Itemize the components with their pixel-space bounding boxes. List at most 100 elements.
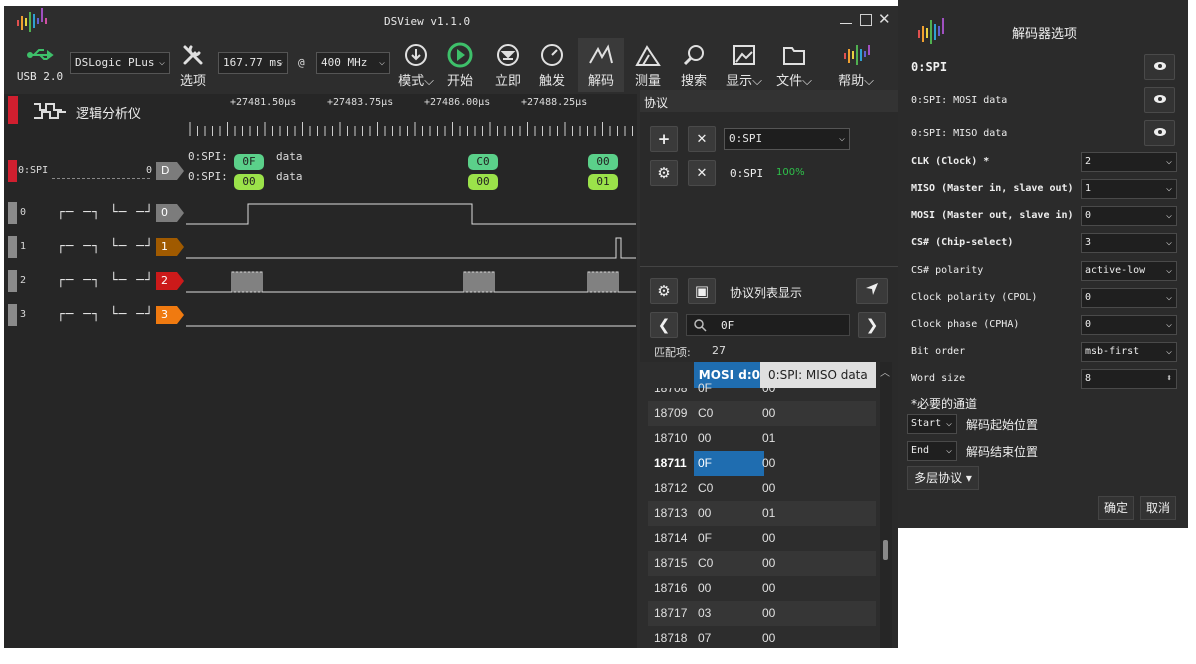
close-icon: ✕ (696, 165, 708, 181)
multi-layer-button[interactable]: 多层协议 ▾ (907, 466, 979, 490)
remove-decoder-button[interactable]: ✕ (688, 160, 716, 186)
trigger-button[interactable]: 触发 (532, 42, 572, 89)
trigger-pattern[interactable]: ┌─ ─┐ └─ ─┘ ≡ (48, 205, 172, 220)
option-label: CS# polarity (911, 265, 984, 276)
app-logo (16, 8, 56, 34)
table-row[interactable]: 18710 00 01 (648, 426, 876, 451)
table-scrollbar[interactable]: ︿ (880, 362, 892, 648)
instant-button[interactable]: 立即 (488, 42, 528, 89)
display-button[interactable]: 显示⌵ (722, 42, 766, 89)
table-row[interactable]: 18718 07 00 (648, 626, 876, 648)
row-index: 18714 (654, 531, 688, 545)
row-mosi: C0 (698, 406, 714, 420)
row-mosi: 03 (698, 606, 712, 620)
save-list-button[interactable]: ▣ (688, 278, 716, 304)
option-select[interactable]: 3 ⌵ (1081, 233, 1177, 253)
option-value: 0 (1085, 319, 1092, 330)
decoder-channel-index: 0 (146, 165, 153, 176)
cancel-button[interactable]: 取消 (1140, 496, 1176, 520)
measure-label: 测量 (634, 74, 661, 89)
option-select[interactable]: 2 ⌵ (1081, 152, 1177, 172)
mosi-visibility-toggle[interactable] (1144, 87, 1175, 113)
option-select[interactable]: 0 ⌵ (1081, 315, 1177, 335)
trigger-pattern[interactable]: ┌─ ─┐ └─ ─┘ ≡ (48, 307, 172, 322)
measure-button[interactable]: 测量 (628, 42, 668, 89)
end-position-select[interactable]: End ⌵ (907, 441, 957, 461)
row-mosi: 00 (698, 581, 712, 595)
option-select[interactable]: 0 ⌵ (1081, 206, 1177, 226)
instant-label: 立即 (494, 74, 521, 89)
required-note: *必要的通道 (911, 397, 978, 411)
decoder-select[interactable]: 0:SPI ⌵ (724, 128, 850, 150)
start-position-select[interactable]: Start ⌵ (907, 414, 957, 434)
prev-match-button[interactable]: ❮ (650, 312, 678, 338)
search-value: 0F (721, 319, 735, 332)
scroll-up-arrow[interactable]: ︿ (880, 364, 890, 379)
close-button[interactable]: ✕ (878, 10, 891, 28)
mode-button[interactable]: 模式⌵ (396, 42, 436, 89)
chevron-down-icon: ⌵ (1165, 265, 1172, 276)
decoder-settings-button[interactable]: ⚙ (650, 160, 678, 186)
minimize-button[interactable] (840, 13, 852, 25)
miso-visibility-toggle[interactable] (1144, 120, 1175, 146)
channel-tag[interactable]: 1 (156, 238, 184, 256)
start-button[interactable]: 开始 (440, 42, 480, 89)
option-select[interactable]: msb-first ⌵ (1081, 342, 1177, 362)
timestamp-2: +27483.75μs (327, 97, 394, 108)
table-row[interactable]: 18714 0F 00 (648, 526, 876, 551)
decoder-progress: 100% (776, 167, 805, 178)
table-row[interactable]: 18716 00 00 (648, 576, 876, 601)
search-button[interactable]: 搜索 (674, 42, 714, 89)
add-decoder-button[interactable]: + (650, 126, 678, 152)
row-mosi: C0 (698, 481, 714, 495)
miso-row-suffix: data (276, 170, 303, 183)
table-row[interactable]: 18715 C0 00 (648, 551, 876, 576)
table-row[interactable]: 18713 00 01 (648, 501, 876, 526)
mosi-value[interactable]: C0 (468, 154, 498, 170)
options-button[interactable]: 选项 (176, 42, 210, 89)
miso-value[interactable]: 01 (588, 174, 618, 190)
table-row[interactable]: 18711 0F 00 (648, 451, 876, 476)
rate-select[interactable]: 400 MHz ⌵ (316, 52, 390, 74)
channel-tag[interactable]: 0 (156, 204, 184, 222)
trigger-pattern[interactable]: ┌─ ─┐ └─ ─┘ ≡ (48, 273, 172, 288)
channel-label: 0 (20, 207, 27, 218)
help-logo-icon (842, 42, 870, 68)
help-button[interactable]: 帮助⌵ (832, 42, 880, 89)
table-row[interactable]: 18709 C0 00 (648, 401, 876, 426)
list-settings-button[interactable]: ⚙ (650, 278, 678, 304)
decoder-visibility-toggle[interactable] (1144, 54, 1175, 80)
channel-tag-label: 0 (161, 206, 168, 219)
caret-down-icon: ▾ (965, 471, 972, 485)
table-row[interactable]: 18717 03 00 (648, 601, 876, 626)
search-input[interactable]: 0F (686, 314, 850, 336)
trigger-pattern[interactable]: ┌─ ─┐ └─ ─┘ ≡ (48, 239, 172, 254)
file-button[interactable]: 文件⌵ (772, 42, 816, 89)
scroll-thumb[interactable] (883, 540, 888, 560)
word-size-spinbox[interactable]: 8 ⬍ (1081, 369, 1177, 389)
decode-button[interactable]: 解码 (578, 38, 624, 92)
at-label: @ (298, 56, 305, 69)
channel-tag[interactable]: 2 (156, 272, 184, 290)
miso-value[interactable]: 00 (468, 174, 498, 190)
miso-value[interactable]: 00 (234, 174, 264, 190)
device-select[interactable]: DSLogic PLus ⌵ (70, 52, 170, 74)
maximize-button[interactable] (860, 14, 872, 26)
decoder-channel-tag[interactable]: D (156, 162, 184, 180)
option-select[interactable]: 1 ⌵ (1081, 179, 1177, 199)
channel-tag[interactable]: 3 (156, 306, 184, 324)
clear-decoder-button[interactable]: ✕ (688, 126, 716, 152)
mosi-value[interactable]: 00 (588, 154, 618, 170)
decoder-select-value: 0:SPI (729, 132, 763, 145)
table-row[interactable]: 18712 C0 00 (648, 476, 876, 501)
miso-row-label: 0:SPI: MISO data (911, 128, 1008, 139)
next-match-button[interactable]: ❯ (858, 312, 886, 338)
ok-button[interactable]: 确定 (1098, 496, 1134, 520)
time-ruler[interactable] (175, 118, 636, 136)
time-select[interactable]: 167.77 ms ⌵ (218, 52, 288, 74)
folder-icon (780, 42, 808, 68)
locate-button[interactable] (856, 278, 888, 304)
option-select[interactable]: 0 ⌵ (1081, 288, 1177, 308)
mosi-value[interactable]: 0F (234, 154, 264, 170)
option-select[interactable]: active-low ⌵ (1081, 261, 1177, 281)
